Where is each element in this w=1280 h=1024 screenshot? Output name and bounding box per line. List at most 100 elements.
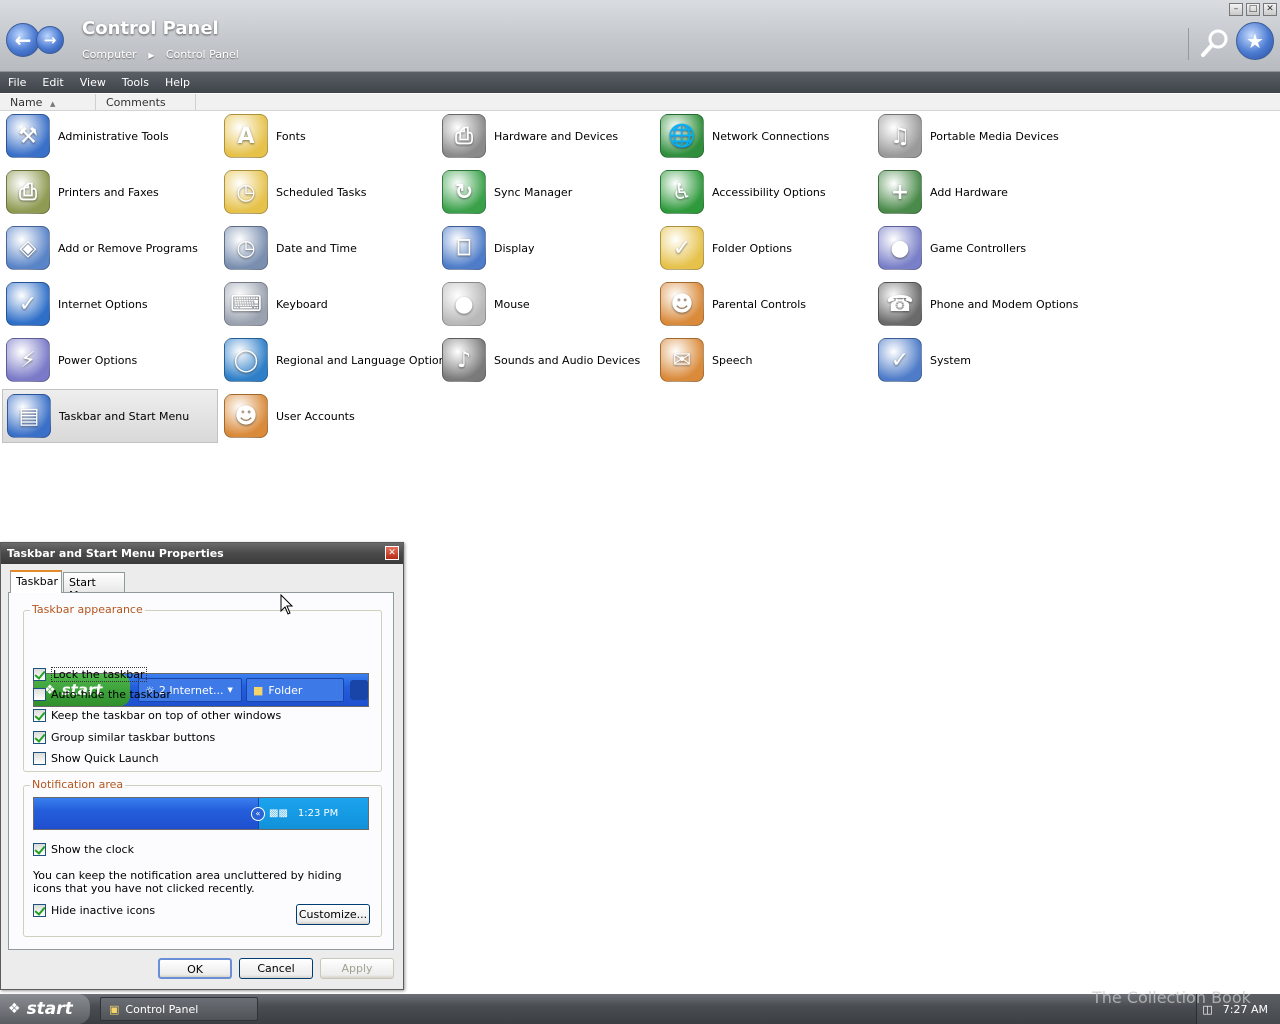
control-panel-item-label: System (930, 353, 972, 367)
menu-edit[interactable]: Edit (34, 76, 71, 89)
control-panel-item[interactable]: ♫ Portable Media Devices (874, 109, 1090, 163)
control-panel-item[interactable]: ◈ Add or Remove Programs (2, 221, 218, 275)
checkbox[interactable] (33, 904, 46, 917)
checkbox[interactable] (33, 668, 46, 681)
control-panel-item[interactable]: ◷ Date and Time (220, 221, 436, 275)
search-button[interactable] (1198, 26, 1232, 60)
checkbox[interactable] (33, 688, 46, 701)
preview-tray: « ▩▩ 1:23 PM (251, 798, 368, 829)
mouse-icon: ● (440, 280, 488, 328)
control-panel-item-label: Phone and Modem Options (930, 297, 1079, 311)
taskbar-button-control-panel[interactable]: ▣ Control Panel (100, 997, 258, 1021)
control-panel-item[interactable]: ♿ Accessibility Options (656, 165, 872, 219)
control-panel-item[interactable]: ☎ Phone and Modem Options (874, 277, 1090, 331)
control-panel-item[interactable]: ⎕ Display (438, 221, 654, 275)
scheduled-tasks-icon: ◷ (222, 168, 270, 216)
close-button[interactable]: ✕ (1263, 3, 1277, 16)
control-panel-item[interactable]: ⎙ Hardware and Devices (438, 109, 654, 163)
back-button[interactable]: ← (6, 23, 40, 57)
minimize-button[interactable]: – (1229, 3, 1243, 16)
control-panel-item[interactable]: ♪ Sounds and Audio Devices (438, 333, 654, 387)
menu-help[interactable]: Help (157, 76, 198, 89)
control-panel-item[interactable]: ● Mouse (438, 277, 654, 331)
control-panel-item[interactable]: ⚡ Power Options (2, 333, 218, 387)
control-panel-item-label: Keyboard (276, 297, 328, 311)
window-title: Control Panel (82, 18, 219, 39)
tab-taskbar[interactable]: Taskbar (10, 570, 62, 593)
cancel-button[interactable]: Cancel (239, 958, 313, 979)
column-name[interactable]: Name ▲ (0, 94, 96, 110)
control-panel-item-label: Mouse (494, 297, 530, 311)
control-panel-item-label: Fonts (276, 129, 306, 143)
control-panel-item[interactable]: ▤ Taskbar and Start Menu (2, 389, 218, 443)
group-label-appearance: Taskbar appearance (30, 603, 145, 616)
phone-modem-icon: ☎ (876, 280, 924, 328)
control-panel-icon: ▣ (109, 1002, 120, 1016)
control-panel-item[interactable]: ◯ Regional and Language Options (220, 333, 451, 387)
checkbox[interactable] (33, 731, 46, 744)
control-panel-item[interactable]: ✉ Speech (656, 333, 872, 387)
keep-on-top-checkbox[interactable]: Keep the taskbar on top of other windows (33, 709, 281, 722)
portable-media-icon: ♫ (876, 112, 924, 160)
control-panel-item[interactable]: + Add Hardware (874, 165, 1090, 219)
printer-icon: ⎙ (4, 168, 52, 216)
quick-launch-checkbox[interactable]: Show Quick Launch (33, 752, 159, 765)
internet-globe-icon: ✓ (4, 280, 52, 328)
apply-button[interactable]: Apply (320, 958, 394, 979)
star-icon: ★ (1246, 29, 1264, 53)
dialog-titlebar[interactable]: Taskbar and Start Menu Properties ✕ (1, 543, 403, 564)
control-panel-item[interactable]: ✓ Folder Options (656, 221, 872, 275)
control-panel-item[interactable]: ☻ User Accounts (220, 389, 436, 443)
control-panel-item-label: Parental Controls (712, 297, 806, 311)
control-panel-item-label: Regional and Language Options (276, 353, 452, 367)
control-panel-item[interactable]: ⚒ Administrative Tools (2, 109, 218, 163)
checkbox[interactable] (33, 843, 46, 856)
maximize-button[interactable]: □ (1246, 3, 1260, 16)
control-panel-item[interactable]: ⌨ Keyboard (220, 277, 436, 331)
notification-preview: « ▩▩ 1:23 PM (33, 797, 369, 830)
auto-hide-checkbox[interactable]: Auto-hide the taskbar (33, 688, 171, 701)
control-panel-item[interactable]: ☻ Parental Controls (656, 277, 872, 331)
favorites-button[interactable]: ★ (1236, 22, 1274, 60)
tab-start-menu[interactable]: Start Menu (63, 572, 125, 602)
menu-file[interactable]: File (0, 76, 34, 89)
menu-tools[interactable]: Tools (114, 76, 157, 89)
control-panel-item[interactable]: 🌐 Network Connections (656, 109, 872, 163)
menu-view[interactable]: View (72, 76, 114, 89)
control-panel-item-label: Internet Options (58, 297, 148, 311)
hardware-devices-icon: ⎙ (440, 112, 488, 160)
control-panel-item[interactable]: ✓ Internet Options (2, 277, 218, 331)
control-panel-item[interactable]: ✓ System (874, 333, 1090, 387)
control-panel-item-label: Portable Media Devices (930, 129, 1059, 143)
ok-button[interactable]: OK (158, 958, 232, 979)
control-panel-item[interactable]: ● Game Controllers (874, 221, 1090, 275)
lock-taskbar-checkbox[interactable]: Lock the taskbar (33, 667, 147, 682)
control-panel-item-label: Add or Remove Programs (58, 241, 198, 255)
breadcrumb-control-panel[interactable]: Control Panel (166, 48, 239, 61)
start-button[interactable]: ❖ start (0, 994, 90, 1024)
control-panel-item[interactable]: ↻ Sync Manager (438, 165, 654, 219)
checkbox[interactable] (33, 709, 46, 722)
arrow-right-icon: → (43, 31, 57, 49)
control-panel-item-label: Hardware and Devices (494, 129, 619, 143)
control-panel-item-label: Power Options (58, 353, 138, 367)
control-panel-item[interactable]: A Fonts (220, 109, 436, 163)
customize-button[interactable]: Customize... (296, 904, 370, 925)
forward-button[interactable]: → (36, 26, 64, 54)
control-panel-item[interactable]: ◷ Scheduled Tasks (220, 165, 436, 219)
hide-inactive-checkbox[interactable]: Hide inactive icons (33, 904, 155, 917)
breadcrumb-computer[interactable]: Computer (82, 48, 137, 61)
keyboard-icon: ⌨ (222, 280, 270, 328)
control-panel-item-label: Add Hardware (930, 185, 1008, 199)
control-panel-item-label: Sounds and Audio Devices (494, 353, 641, 367)
show-clock-checkbox[interactable]: Show the clock (33, 843, 134, 856)
group-buttons-checkbox[interactable]: Group similar taskbar buttons (33, 731, 215, 744)
dialog-close-button[interactable]: ✕ (385, 546, 399, 560)
control-panel-item-label: Network Connections (712, 129, 830, 143)
column-comments[interactable]: Comments (96, 94, 196, 110)
checkbox[interactable] (33, 752, 46, 765)
control-panel-item[interactable]: ⎙ Printers and Faxes (2, 165, 218, 219)
parental-controls-icon: ☻ (658, 280, 706, 328)
user-accounts-icon: ☻ (222, 392, 270, 440)
group-label-notification: Notification area (30, 778, 126, 791)
